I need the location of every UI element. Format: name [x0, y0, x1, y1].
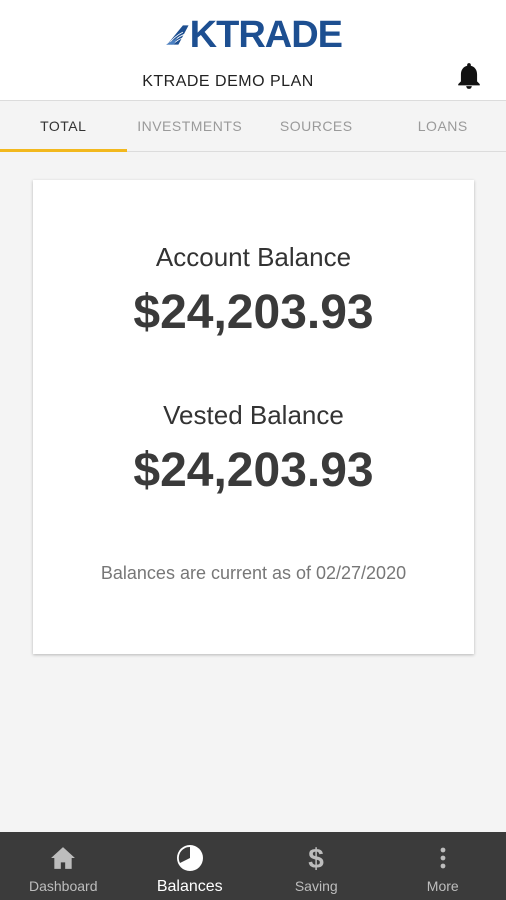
tab-sources-label: SOURCES	[279, 118, 353, 134]
tab-total-label: TOTAL	[40, 118, 87, 134]
home-icon	[50, 844, 76, 872]
app-header: KTRADE KTRADE DEMO PLAN	[0, 0, 506, 100]
account-balance-label: Account Balance	[155, 242, 352, 272]
plan-name: KTRADE DEMO PLAN	[142, 73, 314, 90]
account-balance-value: $24,203.93	[133, 286, 374, 339]
tab-investments[interactable]: INVESTMENTS	[127, 101, 254, 151]
nav-saving-label: Saving	[294, 878, 338, 894]
nav-more-label: More	[426, 878, 459, 894]
nav-dashboard-label: Dashboard	[29, 878, 98, 894]
balance-card: Account Balance $24,203.93 Vested Balanc…	[33, 180, 474, 654]
notification-bell-icon[interactable]	[456, 62, 482, 90]
vested-balance-value: $24,203.93	[133, 444, 374, 497]
nav-dashboard[interactable]: Dashboard	[0, 832, 127, 900]
tab-total[interactable]: TOTAL	[0, 101, 127, 152]
nav-balances-label: Balances	[156, 878, 223, 895]
balance-tabs: TOTAL INVESTMENTS SOURCES LOANS	[0, 100, 506, 152]
balance-as-of-note: Balances are current as of 02/27/2020	[100, 563, 407, 583]
tab-loans[interactable]: LOANS	[380, 101, 506, 151]
vested-balance-label: Vested Balance	[163, 400, 344, 430]
svg-text:$: $	[308, 844, 324, 872]
bottom-navigation: Dashboard Balances $ Saving More	[0, 832, 506, 900]
pie-chart-icon	[176, 844, 204, 872]
logo-mark-icon	[166, 25, 189, 45]
nav-saving[interactable]: $ Saving	[253, 832, 380, 900]
more-vertical-icon	[439, 844, 447, 872]
ktrade-logo: KTRADE	[166, 14, 343, 56]
dollar-icon: $	[306, 844, 326, 872]
logo-text: KTRADE	[189, 14, 343, 56]
nav-balances[interactable]: Balances	[127, 832, 254, 900]
tab-investments-label: INVESTMENTS	[137, 118, 243, 134]
nav-more[interactable]: More	[380, 832, 506, 900]
tab-sources[interactable]: SOURCES	[253, 101, 380, 151]
tab-loans-label: LOANS	[417, 118, 468, 134]
